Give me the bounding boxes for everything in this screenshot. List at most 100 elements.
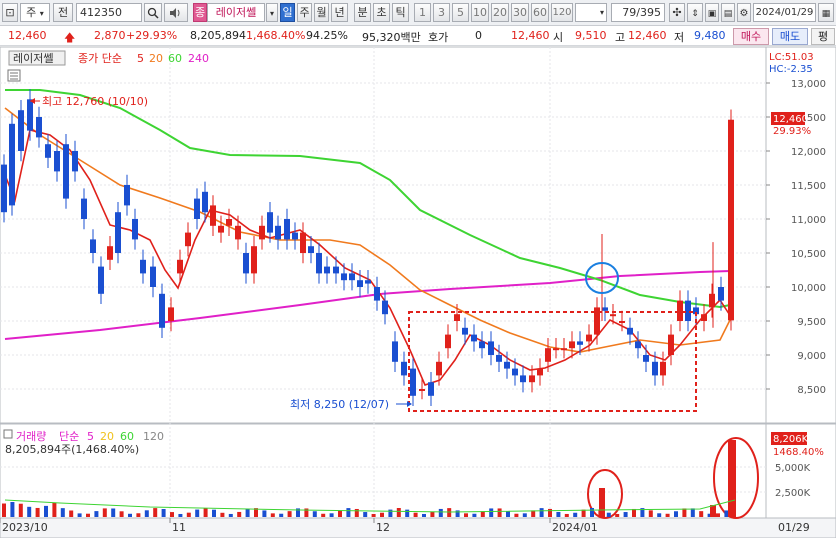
candle-body	[520, 375, 526, 383]
prev-button[interactable]: 전	[53, 3, 73, 22]
tab-month[interactable]: 월	[314, 3, 329, 22]
price-change: 2,870	[94, 29, 126, 42]
candle-body	[635, 341, 641, 349]
zoom-button[interactable]: ⇕	[687, 3, 703, 22]
x-label-11: 11	[172, 521, 186, 534]
volume-bar	[186, 512, 191, 517]
volume-bar	[27, 506, 32, 517]
interval-20[interactable]: 20	[491, 3, 509, 22]
candle-body	[333, 266, 339, 274]
candle-body	[72, 151, 78, 172]
hoga-price: 12,460	[511, 29, 550, 42]
period-select[interactable]: 주 ▾	[20, 3, 50, 22]
volume-bar	[338, 510, 342, 517]
flat-button[interactable]: 평	[811, 28, 835, 45]
interval-10[interactable]: 10	[471, 3, 489, 22]
candle-body	[98, 266, 104, 294]
volume-bar	[556, 511, 561, 517]
interval-120[interactable]: 120	[551, 3, 573, 22]
price-change-pct: +29.93%	[126, 29, 178, 42]
volume-bar	[632, 508, 636, 517]
volume-bar	[489, 508, 494, 517]
crosshair-button[interactable]: ✣	[669, 3, 685, 22]
candle-body	[81, 198, 87, 219]
volume-bar	[86, 513, 90, 517]
candle-body	[419, 389, 425, 391]
name-dropdown-button[interactable]: ▾	[266, 3, 278, 22]
ma60-period: 60	[168, 52, 182, 65]
volume-bar	[606, 512, 611, 517]
candle-body	[316, 253, 322, 274]
candle-body	[643, 355, 649, 362]
volume-bar	[413, 512, 418, 517]
candle-body	[479, 341, 485, 349]
volume-bar	[178, 513, 183, 517]
frame-icon[interactable]: ⊡	[2, 3, 18, 22]
candle-body	[401, 361, 407, 376]
interval-60[interactable]: 60	[531, 3, 549, 22]
volume-bar	[2, 503, 6, 517]
hoga-label: 호가	[428, 31, 449, 44]
chevron-down-icon: ▾	[39, 9, 44, 18]
volume-bar	[69, 510, 74, 517]
candle-body	[577, 341, 583, 345]
candle-body	[36, 117, 42, 138]
volume-ma-label: 단순	[59, 430, 79, 443]
interval-30[interactable]: 30	[511, 3, 529, 22]
volume-bar	[716, 513, 720, 517]
candle-body	[185, 232, 191, 247]
stock-code-input[interactable]: 412350	[76, 3, 142, 22]
volume-ratio: 1,468.40%	[246, 29, 306, 42]
print-button[interactable]: ▤	[721, 3, 735, 22]
trade-amount: 95,320백만	[362, 31, 421, 44]
y-tick-label: 8,500	[797, 385, 826, 396]
volume-bar	[153, 508, 158, 517]
speaker-button[interactable]	[164, 3, 188, 22]
buy-button[interactable]: 매수	[733, 28, 769, 45]
candle-body	[275, 225, 281, 240]
volume-bar	[270, 513, 275, 517]
volume-bar	[363, 512, 368, 517]
candle-body	[718, 287, 724, 301]
candle-body	[382, 300, 388, 315]
volume-bar	[464, 513, 468, 517]
high-annotation: 최고 12,760 (10/10)	[42, 95, 148, 108]
tab-year[interactable]: 년	[331, 3, 348, 22]
save-button[interactable]: ▣	[705, 3, 719, 22]
low-value: 9,480	[694, 29, 726, 42]
data-count-field[interactable]: 79/395	[611, 3, 665, 22]
search-button[interactable]	[144, 3, 162, 22]
candle-body	[202, 191, 208, 213]
date-input[interactable]: 2024/01/29	[753, 3, 816, 22]
volume-bar	[405, 509, 410, 517]
candle-body	[392, 341, 398, 362]
tab-minute[interactable]: 분	[354, 3, 371, 22]
volume-title: 거래량	[16, 430, 46, 443]
interval-5[interactable]: 5	[452, 3, 469, 22]
crosshair-icon: ✣	[672, 6, 682, 19]
candle-body	[140, 259, 146, 274]
stock-code-value: 412350	[80, 6, 122, 19]
volume-value: 8,205,894	[190, 29, 246, 42]
candle-body	[529, 375, 535, 383]
custom-interval-select[interactable]: ▾	[575, 3, 607, 22]
candle-body	[292, 232, 298, 240]
calendar-button[interactable]: ▦	[818, 3, 834, 22]
x-label-12: 12	[376, 521, 390, 534]
volume-menu-icon[interactable]	[3, 429, 13, 439]
interval-1[interactable]: 1	[414, 3, 431, 22]
price-chart[interactable]: 13,00012,50012,00011,50011,00010,50010,0…	[0, 46, 836, 538]
interval-3[interactable]: 3	[433, 3, 450, 22]
volume-bar	[203, 508, 208, 517]
sell-button[interactable]: 매도	[772, 28, 808, 45]
settings-button[interactable]: ⚙	[737, 3, 751, 22]
tab-tick[interactable]: 틱	[392, 3, 409, 22]
volume-bar	[615, 513, 620, 517]
stock-name-field[interactable]: 레이저쎌	[207, 3, 265, 22]
volume-bar	[10, 502, 15, 517]
tab-week[interactable]: 주	[297, 3, 312, 22]
tab-second[interactable]: 초	[373, 3, 390, 22]
low-label: 저	[674, 31, 685, 44]
candle-body	[235, 225, 241, 240]
tab-day[interactable]: 일	[280, 3, 295, 22]
